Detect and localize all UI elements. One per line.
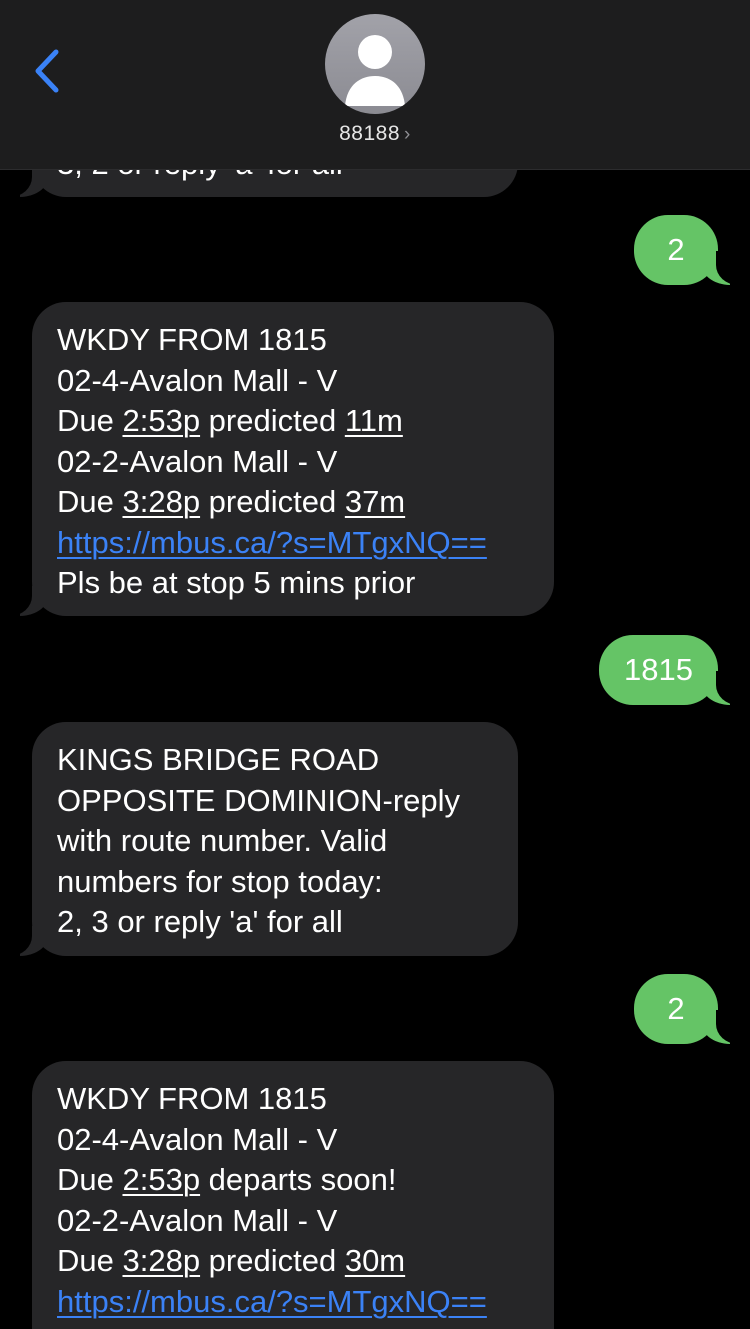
contact-name[interactable]: 88188 ›: [0, 122, 750, 146]
message-line: 02-4-Avalon Mall - V: [57, 1121, 338, 1157]
message-line: Due 2:53p predicted 11m: [57, 401, 554, 442]
mbus-link[interactable]: https://mbus.ca/?s=MTgxNQ==: [57, 525, 487, 560]
eta-value[interactable]: 37m: [345, 484, 405, 519]
chevron-right-icon: ›: [404, 124, 411, 145]
due-time[interactable]: 3:28p: [122, 1243, 200, 1278]
eta-value[interactable]: 30m: [345, 1243, 405, 1278]
message-line: Due 3:28p predicted 37m: [57, 482, 554, 523]
message-line: 02-2-Avalon Mall - V: [57, 1202, 338, 1238]
message-text: 1815: [624, 652, 693, 687]
status-label: predicted: [200, 1243, 345, 1278]
due-label: Due: [57, 1243, 123, 1278]
due-time[interactable]: 2:53p: [122, 1162, 200, 1197]
contact-number: 88188: [339, 122, 401, 145]
chevron-left-icon: [35, 49, 59, 93]
message-outgoing[interactable]: 1815: [599, 635, 718, 705]
status-label: predicted: [200, 403, 345, 438]
back-button[interactable]: [30, 46, 70, 96]
message-incoming[interactable]: WKDY FROM 1815 02-4-Avalon Mall - V Due …: [32, 1061, 554, 1329]
mbus-link[interactable]: https://mbus.ca/?s=MTgxNQ==: [57, 1284, 487, 1319]
message-thread[interactable]: 3, 2 or reply 'a' for all 2 WKDY FROM 18…: [0, 0, 750, 1329]
message-line: 2, 3 or reply 'a' for all: [57, 904, 343, 939]
message-text: 2: [667, 991, 685, 1026]
status-label: predicted: [200, 484, 345, 519]
message-line: Due 3:28p predicted 30m: [57, 1241, 554, 1282]
message-line: OPPOSITE DOMINION-reply: [57, 782, 461, 818]
message-incoming[interactable]: WKDY FROM 1815 02-4-Avalon Mall - V Due …: [32, 302, 554, 616]
message-line: 02-2-Avalon Mall - V: [57, 443, 338, 479]
message-incoming[interactable]: KINGS BRIDGE ROAD OPPOSITE DOMINION-repl…: [32, 722, 518, 956]
eta-value[interactable]: 11m: [345, 403, 403, 438]
message-line: numbers for stop today:: [57, 863, 383, 899]
avatar[interactable]: [325, 14, 425, 114]
message-line: with route number. Valid: [57, 823, 388, 858]
due-label: Due: [57, 484, 123, 519]
conversation-header: 88188 ›: [0, 0, 750, 170]
due-label: Due: [57, 1162, 123, 1197]
message-line: KINGS BRIDGE ROAD: [57, 742, 380, 777]
message-line: WKDY FROM 1815: [57, 322, 327, 357]
message-line: Due 2:53p departs soon!: [57, 1160, 554, 1201]
person-icon: [345, 35, 405, 106]
status-label: departs soon!: [200, 1162, 397, 1197]
message-text: 2: [667, 232, 685, 267]
due-label: Due: [57, 403, 123, 438]
message-line: Pls be at stop 5 mins prior: [57, 565, 416, 600]
message-line: WKDY FROM 1815: [57, 1081, 327, 1116]
due-time[interactable]: 2:53p: [122, 403, 200, 438]
due-time[interactable]: 3:28p: [122, 484, 200, 519]
message-line: 02-4-Avalon Mall - V: [57, 362, 338, 398]
